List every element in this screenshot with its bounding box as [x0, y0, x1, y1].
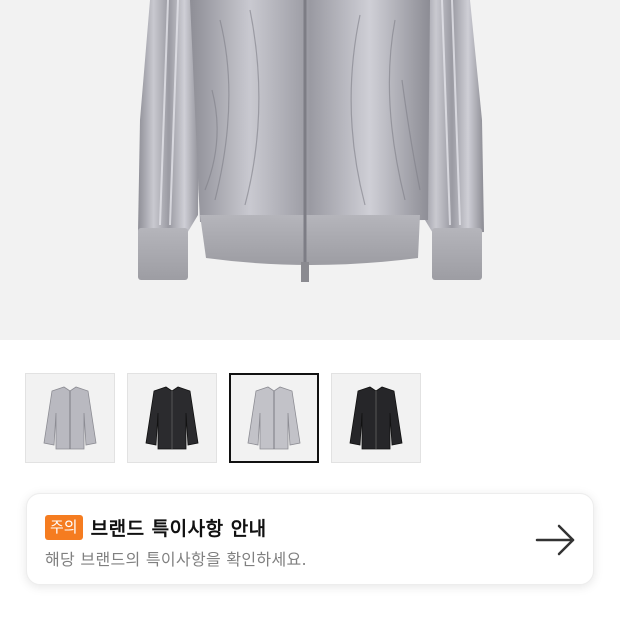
jacket-thumbnail-silver — [43, 386, 97, 450]
thumbnail-strip — [25, 373, 421, 463]
thumbnail-3[interactable] — [229, 373, 319, 463]
jacket-thumbnail-silver — [247, 386, 301, 450]
notice-subtitle: 해당 브랜드의 특이사항을 확인하세요. — [45, 550, 307, 569]
caution-badge: 주의 — [45, 515, 83, 540]
brand-notice-card[interactable]: 주의 브랜드 특이사항 안내 해당 브랜드의 특이사항을 확인하세요. — [26, 493, 594, 585]
notice-title: 브랜드 특이사항 안내 — [90, 518, 267, 540]
jacket-thumbnail-black — [349, 386, 403, 450]
arrow-right-icon[interactable] — [535, 522, 577, 558]
thumbnail-2[interactable] — [127, 373, 217, 463]
thumbnail-1[interactable] — [25, 373, 115, 463]
thumbnail-4[interactable] — [331, 373, 421, 463]
notice-header: 주의 브랜드 특이사항 안내 — [45, 514, 267, 541]
jacket-image — [138, 0, 484, 282]
jacket-thumbnail-black — [145, 386, 199, 450]
product-main-image[interactable] — [0, 0, 620, 340]
